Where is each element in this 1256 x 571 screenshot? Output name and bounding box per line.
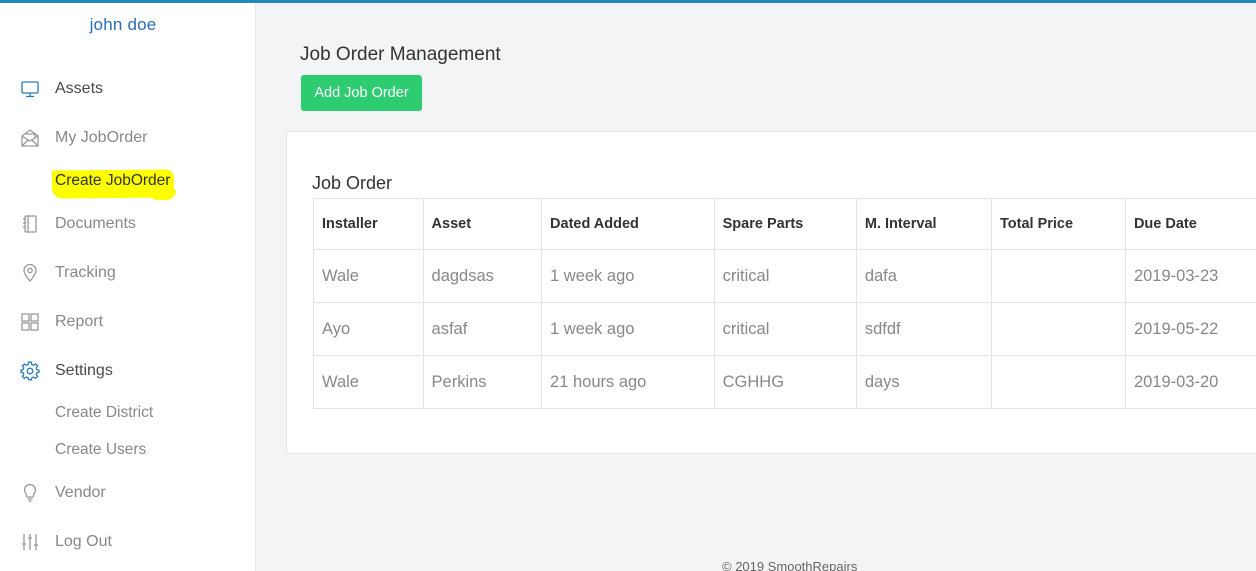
sidebar-item-documents[interactable]: Documents [0,206,255,242]
column-header: Total Price [990,198,1126,250]
column-header: Installer [313,198,424,250]
footer-copyright: © 2019 SmoothRepairs [722,559,858,571]
sidebar-item-label: My JobOrder [55,129,148,146]
card-title: Job Order [312,173,393,193]
sidebar-subitem-label: Create District [55,404,154,421]
sidebar-item-label: Settings [55,362,113,379]
table-cell: days [855,355,992,409]
sidebar-item-label: Documents [55,215,136,232]
table-cell: critical [713,249,857,303]
table-cell [990,355,1126,409]
table-cell: 1 week ago [541,302,715,356]
table-cell: asfaf [422,302,543,356]
sidebar-item-vendor[interactable]: Vendor [0,475,255,511]
envelope-open-icon [21,129,39,147]
sidebar-subitem-label: Create JobOrder [55,172,171,189]
column-header: Asset [422,198,543,250]
table-cell: 21 hours ago [541,355,715,409]
job-order-card: Job Order Installer Asset Dated Added Sp… [286,131,1256,454]
sidebar-item-settings[interactable]: Settings [0,353,255,389]
table-cell: Perkins [422,355,543,409]
sidebar-subitem-label: Create Users [55,441,147,458]
table-cell: Wale [313,249,424,303]
column-header: Due Date [1124,198,1256,250]
sidebar-item-label: Log Out [55,533,112,550]
sidebar-item-tracking[interactable]: Tracking [0,255,255,291]
table-cell: 2019-03-20 [1124,355,1256,409]
table-cell: critical [713,302,857,356]
table-cell: Ayo [313,302,424,356]
table-cell: dafa [855,249,992,303]
table-header-row: Installer Asset Dated Added Spare Parts … [313,198,1256,250]
sidebar-item-label: Report [55,313,104,330]
table-cell: sdfdf [855,302,992,356]
add-job-order-button[interactable]: Add Job Order [301,75,422,111]
sidebar-item-label: Vendor [55,484,106,501]
sidebar-subitem-create-district[interactable]: Create District [0,399,255,427]
page-title: Job Order Management [300,44,501,65]
grid-icon [21,313,39,331]
sidebar-item-label: Assets [55,80,104,97]
table-cell [990,302,1126,356]
table-row: Ayo asfaf 1 week ago critical sdfdf 2019… [313,302,1256,356]
map-pin-icon [23,263,37,282]
monitor-icon [21,81,39,98]
column-header: Dated Added [541,198,715,250]
column-header: M. Interval [855,198,992,250]
sidebar-item-report[interactable]: Report [0,304,255,340]
table-cell: CGHHG [713,355,857,409]
gear-icon [20,361,40,381]
sidebar-item-assets[interactable]: Assets [0,71,255,107]
column-header: Spare Parts [713,198,857,250]
lightbulb-icon [23,483,37,502]
sidebar-subitem-create-users[interactable]: Create Users [0,436,255,464]
sidebar-item-log-out[interactable]: Log Out [0,524,255,560]
user-name: john doe [89,15,157,34]
table-cell [990,249,1126,303]
sliders-icon [22,534,38,550]
table-cell: dagdsas [422,249,543,303]
notebook-icon [23,215,37,233]
sidebar: john doe Assets My JobOrder Create JobOr… [0,3,256,571]
table-cell: 2019-03-23 [1124,249,1256,303]
table-cell: Wale [313,355,424,409]
table-cell: 2019-05-22 [1124,302,1256,356]
job-order-table: Installer Asset Dated Added Spare Parts … [313,198,1256,409]
sidebar-item-label: Tracking [55,264,116,281]
table-row: Wale dagdsas 1 week ago critical dafa 20… [313,249,1256,303]
main-content: Job Order Management Add Job Order Job O… [256,3,1256,571]
table-row: Wale Perkins 21 hours ago CGHHG days 201… [313,355,1256,409]
sidebar-item-my-joborder[interactable]: My JobOrder [0,120,255,156]
sidebar-subitem-create-joborder[interactable]: Create JobOrder [0,167,255,195]
table-cell: 1 week ago [541,249,715,303]
